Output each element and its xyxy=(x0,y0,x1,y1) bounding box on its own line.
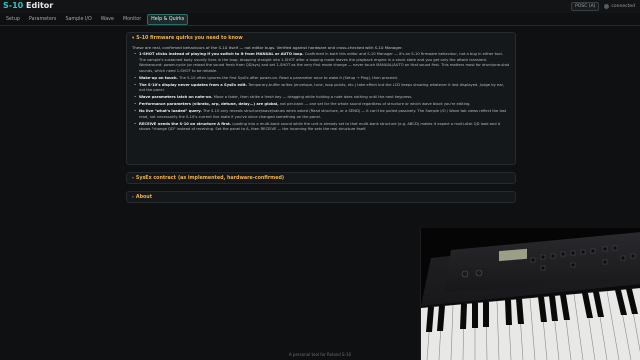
top-bar: S-10 Editor POSC (A) connected xyxy=(0,0,640,13)
about-panel-title: About xyxy=(135,195,153,200)
caret-right-icon: › xyxy=(132,176,134,181)
quirk-item-title: The S-10's display never updates from a … xyxy=(139,82,248,87)
quirk-item: Performance parameters (vibrato, arp, de… xyxy=(134,102,510,108)
about-panel: › About xyxy=(126,191,516,203)
quirk-item-title: Wake-up on touch. xyxy=(139,75,178,80)
footer: A personal tool for Roland S-10 xyxy=(288,352,352,357)
sysex-panel: › SysEx contract (as implemented, hardwa… xyxy=(126,172,516,184)
quirk-item: RECEIVE needs the S-10 on structure A fi… xyxy=(134,121,510,133)
quirk-item-title: Performance parameters (vibrato, arp, de… xyxy=(139,102,279,107)
quirk-item-title: 1-SHOT clicks instead of playing if you … xyxy=(139,52,304,57)
quirk-item: The S-10's display never updates from a … xyxy=(134,82,510,94)
quirk-item-text: Move a fader, then strike a fresh key — … xyxy=(212,95,413,100)
quirk-item-text: The S-10 often ignores the first SysEx a… xyxy=(177,75,398,80)
midi-port-badge[interactable]: POSC (A) xyxy=(571,2,600,11)
connection-status: connected xyxy=(604,4,635,9)
quirk-item: No live "what's loaded" query. The S-10 … xyxy=(134,109,510,120)
caret-right-icon: › xyxy=(132,195,134,200)
sysex-panel-header[interactable]: › SysEx contract (as implemented, hardwa… xyxy=(127,173,515,184)
app-title-rest: Editor xyxy=(23,1,54,10)
sysex-panel-subtitle: (as implemented, hardware-confirmed) xyxy=(177,176,285,181)
quirk-item-title: Wave parameters latch on note-on. xyxy=(139,95,213,100)
quirks-panel-title: S-10 firmware quirks you need to know xyxy=(136,36,243,41)
quirks-panel: ▾ S-10 firmware quirks you need to know … xyxy=(126,32,516,165)
app-title: S-10 Editor xyxy=(3,1,53,10)
quirks-panel-header[interactable]: ▾ S-10 firmware quirks you need to know xyxy=(127,33,515,44)
status-area: POSC (A) connected xyxy=(571,2,635,11)
quirk-item-title: RECEIVE needs the S-10 on structure A fi… xyxy=(139,121,232,126)
sysex-panel-title: SysEx contract xyxy=(135,176,176,181)
tab-wave[interactable]: Wave xyxy=(98,15,117,24)
app-brand: S-10 xyxy=(3,1,24,10)
quirks-list: 1-SHOT clicks instead of playing if you … xyxy=(127,50,515,133)
quirk-item: 1-SHOT clicks instead of playing if you … xyxy=(134,52,510,74)
tab-sample-io[interactable]: Sample I/O xyxy=(62,15,94,24)
caret-down-icon: ▾ xyxy=(132,36,135,41)
tab-monitor[interactable]: Monitor xyxy=(120,15,144,24)
tab-setup[interactable]: Setup xyxy=(3,15,23,24)
status-dot-icon xyxy=(604,4,610,9)
connection-label: connected xyxy=(611,4,635,9)
synth-photo xyxy=(420,228,640,360)
quirk-item: Wake-up on touch. The S-10 often ignores… xyxy=(134,75,510,82)
quirk-item-title: No live "what's loaded" query. xyxy=(139,109,202,114)
tab-bar: Setup Parameters Sample I/O Wave Monitor… xyxy=(0,13,640,26)
about-panel-header[interactable]: › About xyxy=(127,192,515,203)
quirk-item-text: not per-bank — one set for the whole sou… xyxy=(278,102,471,107)
tab-help-quirks[interactable]: Help & Quirks xyxy=(147,13,189,25)
tab-parameters[interactable]: Parameters xyxy=(26,15,59,24)
quirk-item: Wave parameters latch on note-on. Move a… xyxy=(134,95,510,101)
